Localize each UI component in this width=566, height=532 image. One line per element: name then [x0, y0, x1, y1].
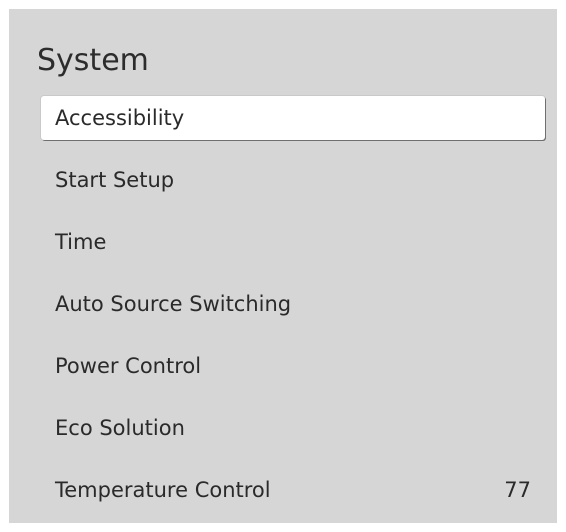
menu-item-label: Eco Solution [55, 416, 185, 440]
menu-item-auto-source-switching[interactable]: Auto Source Switching [41, 282, 545, 326]
menu-item-label: Accessibility [55, 106, 185, 130]
menu-item-eco-solution[interactable]: Eco Solution [41, 406, 545, 450]
menu-item-temperature-control[interactable]: Temperature Control 77 [41, 468, 545, 512]
menu-item-time[interactable]: Time [41, 220, 545, 264]
temperature-value: 77 [504, 478, 531, 502]
menu-item-accessibility[interactable]: Accessibility [41, 96, 545, 140]
menu-item-power-control[interactable]: Power Control [41, 344, 545, 388]
menu-item-label: Power Control [55, 354, 202, 378]
menu-item-label: Time [55, 230, 107, 254]
menu-item-label: Auto Source Switching [55, 292, 292, 316]
menu-item-start-setup[interactable]: Start Setup [41, 158, 545, 202]
menu-title: System [37, 43, 149, 78]
menu-item-label: Start Setup [55, 168, 175, 192]
menu-item-label: Temperature Control [55, 478, 271, 502]
